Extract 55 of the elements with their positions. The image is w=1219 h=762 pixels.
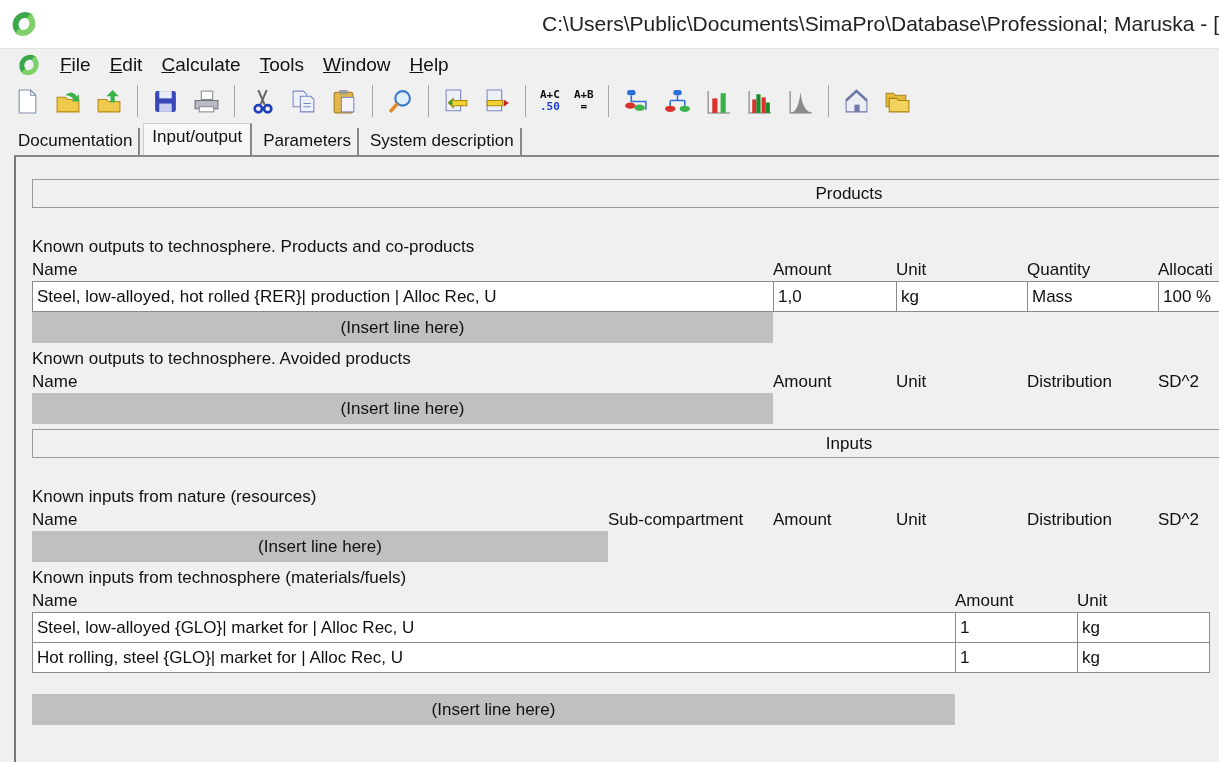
menu-item[interactable]: Calculate	[161, 54, 241, 76]
house-icon[interactable]	[842, 87, 870, 115]
section-header: Inputs	[32, 429, 1219, 458]
copy-icon[interactable]	[290, 87, 317, 115]
table-cell[interactable]: kg	[1077, 643, 1210, 672]
column-header: SD^2	[1158, 372, 1200, 391]
column-header: Sub-compartment	[608, 510, 744, 529]
column-header: Unit	[896, 260, 927, 279]
folder-up-icon[interactable]	[96, 87, 123, 115]
column-header: Name	[32, 372, 78, 391]
column-header: Distribution	[1027, 510, 1113, 529]
app-logo-icon[interactable]	[17, 53, 41, 77]
table-cell[interactable]: Mass	[1027, 282, 1158, 311]
menu-item[interactable]: File	[60, 54, 91, 76]
table-cell[interactable]: 1,0	[773, 282, 896, 311]
column-header: Amount	[955, 591, 1014, 610]
column-header: Allocati	[1158, 260, 1213, 279]
column-header: Quantity	[1027, 260, 1091, 279]
window-title: C:\Users\Public\Documents\SimaPro\Database\Professional; Maruska - [	[541, 12, 1219, 36]
column-header: Amount	[773, 510, 832, 529]
table-cell[interactable]: Steel, low-alloyed, hot rolled {RER}| production | Alloc Rec, U	[32, 282, 773, 311]
search-icon[interactable]	[387, 87, 414, 115]
column-header: Unit	[1077, 591, 1108, 610]
column-header: Amount	[773, 260, 832, 279]
menu-item[interactable]: Help	[409, 54, 449, 76]
section-caption: Known inputs from nature (resources)	[32, 486, 318, 508]
menu-item[interactable]: Window	[323, 54, 391, 76]
insert-line-row[interactable]: (Insert line here)	[32, 312, 773, 343]
insert-line-row[interactable]: (Insert line here)	[32, 393, 773, 424]
column-header: Amount	[773, 372, 832, 391]
column-header: SD^2	[1158, 510, 1200, 529]
tab[interactable]: Input/output	[143, 123, 253, 155]
column-header: Distribution	[1027, 372, 1113, 391]
column-header: Unit	[896, 372, 927, 391]
section-caption: Known outputs to technosphere. Products and co-products	[32, 236, 476, 258]
section-caption: Known inputs from technosphere (materials/fuels)	[32, 567, 408, 589]
insert-line-row[interactable]: (Insert line here)	[32, 531, 608, 562]
column-header: Name	[32, 591, 78, 610]
column-header: Name	[32, 260, 78, 279]
menu-item[interactable]: Edit	[109, 54, 143, 76]
table-cell[interactable]: kg	[896, 282, 1027, 311]
formula-button[interactable]: A+B =	[573, 89, 594, 113]
section-header: Products	[32, 179, 1219, 208]
column-header: Name	[32, 510, 78, 529]
insert-line-row[interactable]: (Insert line here)	[32, 694, 955, 725]
printer-icon[interactable]	[193, 87, 220, 115]
menu-item[interactable]: Tools	[259, 54, 304, 76]
column-header: Unit	[896, 510, 927, 529]
formula-button[interactable]: A+C .50	[540, 89, 560, 113]
table-cell[interactable]: 100 %	[1158, 282, 1219, 311]
table-cell[interactable]: 1	[955, 643, 1077, 672]
section-caption: Known outputs to technosphere. Avoided products	[32, 348, 412, 370]
table-cell[interactable]: Hot rolling, steel {GLO}| market for | Alloc Rec, U	[32, 643, 955, 672]
app-logo-icon	[10, 10, 38, 38]
tree-icon[interactable]	[663, 87, 691, 115]
